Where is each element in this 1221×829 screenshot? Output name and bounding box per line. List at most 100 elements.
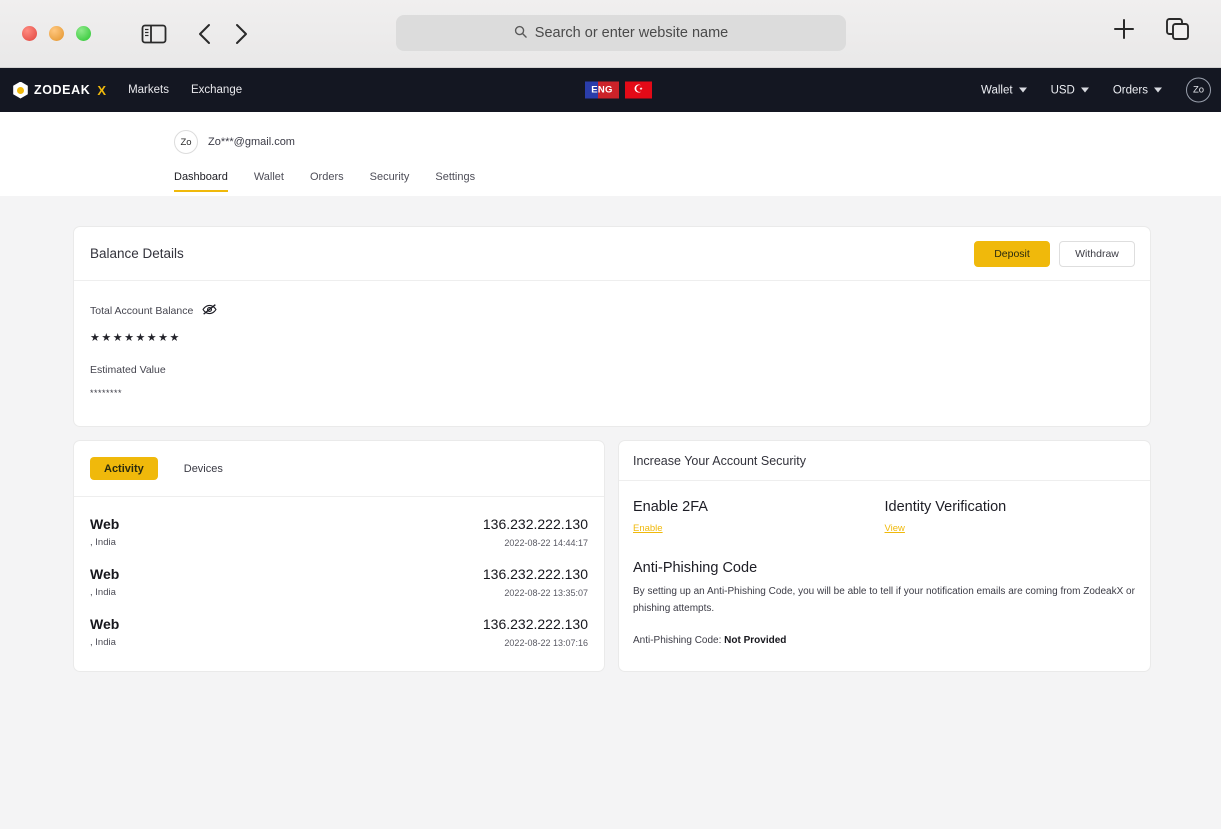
activity-device: Web (90, 516, 120, 532)
security-option-identity: Identity Verification View (885, 499, 1137, 536)
nav-menu-wallet[interactable]: Wallet (981, 84, 1027, 96)
close-window-button[interactable] (22, 26, 37, 41)
activity-tabs: Activity Devices (74, 441, 604, 497)
identity-verification-link[interactable]: View (885, 523, 905, 534)
page-title: Balance Details (90, 246, 184, 261)
account-email: Zo***@gmail.com (208, 136, 295, 148)
avatar[interactable]: Zo (174, 130, 198, 154)
tab-orders[interactable]: Orders (310, 171, 344, 192)
security-card-header: Increase Your Account Security (619, 441, 1150, 481)
balance-details-body: Total Account Balance ★★★★★★★★ Estimated… (74, 281, 1150, 426)
activity-timestamp: 2022-08-22 13:07:16 (504, 638, 588, 648)
nav-menu-currency[interactable]: USD (1051, 84, 1089, 96)
status-badge: Anti-Phishing Code: Not Provided (633, 635, 1136, 646)
activity-right: 136.232.222.130 2022-08-22 13:35:07 (483, 566, 588, 598)
total-balance-label: Total Account Balance (90, 305, 194, 317)
tab-devices[interactable]: Devices (170, 457, 237, 480)
nav-menu-wallet-label: Wallet (981, 84, 1013, 96)
maximize-window-button[interactable] (76, 26, 91, 41)
tab-settings[interactable]: Settings (435, 171, 475, 192)
account-header: Zo Zo***@gmail.com Dashboard Wallet Orde… (0, 112, 1221, 196)
chevron-down-icon (1080, 87, 1089, 93)
activity-card: Activity Devices Web , India 136.232.222… (73, 440, 605, 672)
address-bar[interactable]: Search or enter website name (396, 15, 846, 51)
nav-menu-orders-label: Orders (1112, 84, 1148, 96)
nav-menu-currency-label: USD (1050, 84, 1075, 96)
chevron-down-icon (1154, 87, 1162, 93)
account-tabs: Dashboard Wallet Orders Security Setting… (174, 171, 1221, 192)
dashboard-lower-section: Activity Devices Web , India 136.232.222… (73, 440, 1151, 672)
enable-2fa-link[interactable]: Enable (633, 523, 663, 534)
activity-location: , India (90, 637, 116, 648)
anti-phishing-status-value: Not Provided (724, 635, 787, 646)
browser-chrome: Search or enter website name (0, 0, 1221, 68)
sidebar-toggle-icon[interactable] (141, 23, 167, 45)
site-navbar: ZODEAK X Markets Exchange ENG ☪ Wallet U… (0, 68, 1221, 112)
tab-overview-icon[interactable] (1165, 17, 1191, 41)
table-row: Web , India 136.232.222.130 2022-08-22 1… (90, 607, 588, 657)
total-balance-label-row: Total Account Balance (90, 303, 1134, 319)
zodeak-logo-icon (13, 81, 28, 99)
minimize-window-button[interactable] (49, 26, 64, 41)
brand-suffix: X (97, 82, 107, 98)
activity-left: Web , India (90, 566, 119, 598)
window-traffic-lights (22, 26, 91, 41)
activity-timestamp: 2022-08-22 13:35:07 (504, 588, 588, 598)
tab-dashboard[interactable]: Dashboard (174, 171, 228, 192)
activity-timestamp: 2022-08-22 14:44:17 (504, 538, 588, 548)
tab-wallet[interactable]: Wallet (254, 171, 284, 192)
browser-toolbar-right (1111, 16, 1191, 42)
identity-verification-title: Identity Verification (884, 499, 1007, 515)
deposit-button[interactable]: Deposit (974, 240, 1050, 267)
activity-ip: 136.232.222.130 (482, 516, 588, 532)
activity-left: Web , India (90, 516, 119, 548)
navbar-right: Wallet USD Orders Zo (981, 77, 1211, 103)
security-card-body: Enable 2FA Enable Identity Verification … (619, 481, 1150, 666)
address-bar-placeholder: Search or enter website name (534, 25, 729, 41)
security-title: Increase Your Account Security (633, 453, 807, 468)
chevron-down-icon (1018, 87, 1027, 93)
tab-security[interactable]: Security (370, 171, 410, 192)
forward-arrow-icon[interactable] (233, 22, 249, 46)
browser-navigation (197, 22, 249, 46)
back-arrow-icon[interactable] (197, 22, 213, 46)
brand-logo[interactable]: ZODEAK X (12, 81, 107, 99)
nav-link-markets[interactable]: Markets (128, 84, 169, 96)
activity-device: Web (90, 616, 120, 632)
navbar-avatar[interactable]: Zo (1186, 77, 1211, 103)
activity-ip: 136.232.222.130 (482, 616, 588, 632)
activity-list: Web , India 136.232.222.130 2022-08-22 1… (74, 497, 604, 671)
withdraw-button[interactable]: Withdraw (1059, 240, 1135, 267)
account-identity: Zo Zo***@gmail.com (174, 112, 1221, 154)
language-badge-eng[interactable]: ENG (585, 81, 619, 99)
activity-ip: 136.232.222.130 (482, 566, 588, 582)
brand-name: ZODEAK (34, 83, 91, 97)
flag-badge-turkish[interactable]: ☪ (625, 81, 652, 99)
activity-device: Web (90, 566, 120, 582)
table-row: Web , India 136.232.222.130 2022-08-22 1… (90, 557, 588, 607)
security-options-grid: Enable 2FA Enable Identity Verification … (633, 499, 1136, 536)
enable-2fa-title: Enable 2FA (633, 499, 708, 515)
language-selector[interactable]: ENG ☪ (585, 81, 652, 99)
table-row: Web , India 136.232.222.130 2022-08-22 1… (90, 507, 588, 557)
search-icon (514, 25, 527, 42)
plus-icon[interactable] (1111, 16, 1137, 42)
eye-off-icon[interactable] (202, 303, 217, 319)
total-balance-value: ★★★★★★★★ (90, 332, 181, 344)
security-card: Increase Your Account Security Enable 2F… (618, 440, 1151, 672)
tab-activity[interactable]: Activity (90, 457, 158, 480)
anti-phishing-title: Anti-Phishing Code (633, 560, 758, 576)
estimated-value-label: Estimated Value (90, 364, 166, 376)
dashboard-page: Balance Details Deposit Withdraw Total A… (0, 196, 1221, 672)
activity-left: Web , India (90, 616, 119, 648)
activity-location: , India (90, 537, 116, 548)
anti-phishing-status-label: Anti-Phishing Code: (633, 635, 725, 646)
activity-right: 136.232.222.130 2022-08-22 14:44:17 (483, 516, 588, 548)
nav-menu-orders[interactable]: Orders (1113, 84, 1162, 96)
activity-location: , India (90, 587, 116, 598)
nav-link-exchange[interactable]: Exchange (191, 84, 242, 96)
balance-details-header: Balance Details Deposit Withdraw (74, 227, 1150, 281)
estimated-value: ******** (90, 388, 123, 398)
activity-right: 136.232.222.130 2022-08-22 13:07:16 (483, 616, 588, 648)
balance-actions: Deposit Withdraw (974, 240, 1135, 267)
